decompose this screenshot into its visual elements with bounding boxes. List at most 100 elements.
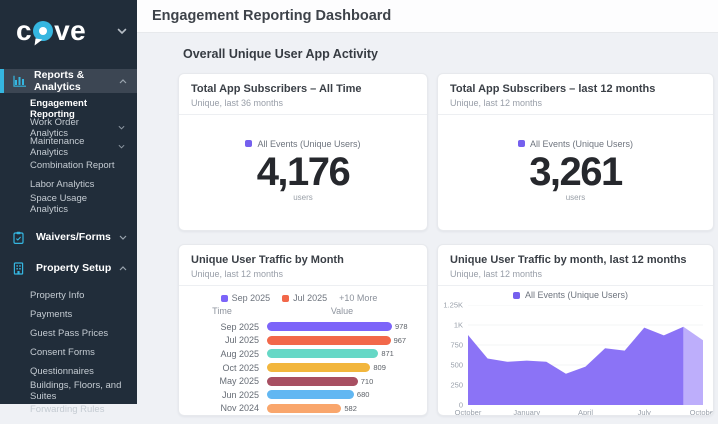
chevron-up-icon[interactable]: [119, 266, 127, 271]
sidebar-item-property-setup[interactable]: Property Setup: [0, 256, 137, 280]
y-axis-tick: 500: [450, 361, 463, 370]
sidebar-item-label: Reports & Analytics: [34, 69, 119, 93]
legend-swatch: [513, 292, 520, 299]
bar-row-label: Jul 2025: [179, 335, 267, 345]
bar[interactable]: [267, 363, 370, 372]
bar-chart-rows: Sep 2025978Jul 2025 967 Aug 2025 871 Oct 202…: [179, 320, 419, 415]
bar[interactable]: [267, 377, 358, 386]
legend-swatch: [518, 140, 525, 147]
dashboard-content: Overall Unique User App Activity Total A…: [137, 34, 718, 404]
sidebar-item-consent-forms[interactable]: Consent Forms: [0, 343, 137, 362]
logo-row: c ve: [0, 0, 137, 58]
card-subscribers-all-time: Total App Subscribers – All Time Unique,…: [178, 73, 428, 231]
bar-chart-column-headers: Time Value: [179, 306, 419, 316]
bar-row-label: Oct 2025: [179, 363, 267, 373]
y-axis-tick: 250: [450, 381, 463, 390]
kpi-unit: users: [293, 193, 313, 202]
card-title: Total App Subscribers – last 12 months: [450, 83, 701, 95]
legend-swatch: [282, 295, 289, 302]
y-axis-tick: 750: [450, 341, 463, 350]
y-axis-tick: 1.25K: [443, 301, 463, 310]
bar-row-label: Nov 2024: [179, 403, 267, 413]
sidebar-item-maintenance-analytics[interactable]: Maintenance Analytics: [0, 137, 137, 156]
bar-row-value: 871: [381, 349, 394, 358]
sidebar-item-payments[interactable]: Payments: [0, 305, 137, 324]
column-header-value: Value: [265, 306, 419, 316]
bar-chart-row: Sep 2025978: [179, 320, 419, 334]
sidebar-item-reports-analytics[interactable]: Reports & Analytics: [0, 69, 137, 93]
kpi-value: 4,176: [257, 152, 350, 192]
clipboard-icon: [13, 231, 29, 244]
bar-row-value: 967: [394, 336, 407, 345]
card-subtitle: Unique, last 36 months: [191, 98, 415, 108]
sidebar-item-questionnaires[interactable]: Questionnaires: [0, 362, 137, 381]
legend-label: All Events (Unique Users): [257, 139, 360, 149]
bar-row-value: 809: [373, 363, 386, 372]
legend-item: Sep 2025: [221, 293, 271, 303]
legend-label: Jul 2025: [293, 293, 327, 303]
bar-chart-icon: [13, 75, 27, 87]
x-axis-tick: April: [578, 408, 593, 416]
area-series-partial[interactable]: [683, 327, 703, 405]
kpi-value: 3,261: [529, 152, 622, 192]
sidebar-item-labor-analytics[interactable]: Labor Analytics: [0, 175, 137, 194]
kpi-legend: All Events (Unique Users): [245, 139, 360, 149]
x-axis-tick: October: [455, 408, 482, 416]
bar-row-label: Aug 2025: [179, 349, 267, 359]
x-axis-tick: January: [513, 408, 540, 416]
bar-chart-row: May 2025710: [179, 374, 419, 388]
sidebar-item-forwarding-rules[interactable]: Forwarding Rules: [0, 400, 137, 419]
bar[interactable]: [267, 322, 392, 331]
card-title: Unique User Traffic by month, last 12 mo…: [450, 254, 701, 266]
x-axis-tick: October: [690, 408, 714, 416]
bar-chart-row: Jul 2025 967: [179, 334, 419, 348]
bar-chart-row: Aug 2025 871: [179, 347, 419, 361]
card-title: Total App Subscribers – All Time: [191, 83, 415, 95]
bar-row-label: Sep 2025: [179, 322, 267, 332]
chevron-down-icon[interactable]: [119, 235, 127, 240]
sidebar-item-engagement-reporting[interactable]: Engagement Reporting: [0, 99, 137, 118]
legend-swatch: [221, 295, 228, 302]
bar[interactable]: [267, 404, 341, 413]
chevron-down-icon[interactable]: [117, 28, 127, 35]
kpi-unit: users: [566, 193, 586, 202]
building-icon: [13, 262, 29, 275]
card-title: Unique User Traffic by Month: [191, 254, 415, 266]
section-title: Overall Unique User App Activity: [183, 47, 712, 61]
bar-chart-legend: Sep 2025 Jul 2025 +10 More: [179, 293, 419, 303]
legend-label: Sep 2025: [232, 293, 271, 303]
cards-grid: Total App Subscribers – All Time Unique,…: [178, 73, 712, 416]
area-chart-legend: All Events (Unique Users): [438, 290, 703, 300]
bar-chart-row: Jun 2025680: [179, 388, 419, 402]
bar-row-value: 582: [344, 404, 357, 413]
area-series[interactable]: [468, 327, 683, 405]
sidebar-item-label: Waivers/Forms: [36, 231, 111, 243]
chevron-down-icon[interactable]: [118, 125, 125, 130]
bar[interactable]: [267, 336, 391, 345]
sidebar-item-work-order-analytics[interactable]: Work Order Analytics: [0, 118, 137, 137]
bar[interactable]: [267, 390, 354, 399]
location-pin-icon: [33, 21, 53, 41]
sidebar-item-waivers-forms[interactable]: Waivers/Forms: [0, 225, 137, 249]
card-subtitle: Unique, last 12 months: [450, 98, 701, 108]
area-chart[interactable]: 02505007501K1.25KOctoberJanuaryAprilJuly…: [468, 305, 703, 405]
legend-item: Jul 2025: [282, 293, 327, 303]
chevron-up-icon[interactable]: [119, 79, 127, 84]
card-subtitle: Unique, last 12 months: [450, 269, 701, 279]
y-axis-tick: 1K: [454, 321, 463, 330]
sidebar-item-property-info[interactable]: Property Info: [0, 286, 137, 305]
bar-chart: Sep 2025 Jul 2025 +10 More Time Value Se…: [179, 286, 427, 415]
sidebar-item-space-usage-analytics[interactable]: Space Usage Analytics: [0, 194, 137, 213]
bar[interactable]: [267, 349, 378, 358]
cove-logo[interactable]: c ve: [16, 17, 86, 45]
sidebar-nav: Reports & Analytics Engagement Reporting…: [0, 69, 137, 424]
sidebar-item-guest-pass-prices[interactable]: Guest Pass Prices: [0, 324, 137, 343]
sidebar-item-combination-report[interactable]: Combination Report: [0, 156, 137, 175]
top-bar: Engagement Reporting Dashboard: [137, 0, 718, 33]
bar-chart-row: Oct 2025 809: [179, 361, 419, 375]
chevron-down-icon[interactable]: [118, 144, 125, 149]
bar-row-label: May 2025: [179, 376, 267, 386]
card-traffic-area: Unique User Traffic by month, last 12 mo…: [437, 244, 714, 416]
legend-more[interactable]: +10 More: [339, 293, 377, 303]
sidebar-item-buildings-floors-suites[interactable]: Buildings, Floors, and Suites: [0, 381, 137, 400]
